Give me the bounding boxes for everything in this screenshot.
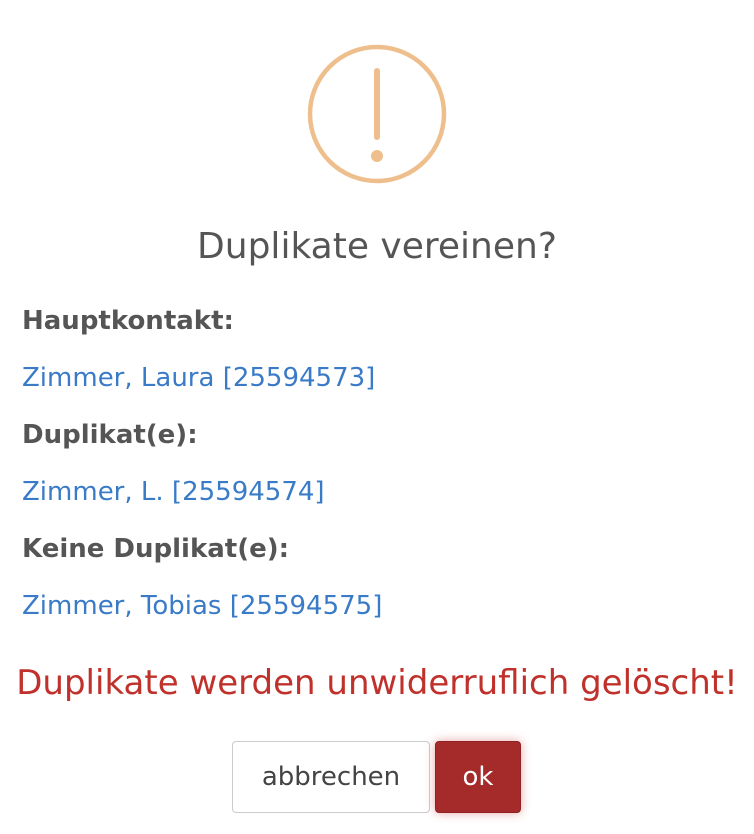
deletion-warning: Duplikate werden unwiderruflich gelöscht… [16,663,738,703]
cancel-button[interactable]: abbrechen [232,741,430,813]
merge-duplicates-dialog: Duplikate vereinen? Hauptkontakt: Zimmer… [0,0,754,834]
dialog-title: Duplikate vereinen? [197,226,557,267]
main-contact-link[interactable]: Zimmer, Laura [25594573] [22,360,375,396]
main-contact-label: Hauptkontakt: [22,306,234,336]
duplicates-label: Duplikat(e): [22,420,198,450]
non-duplicates-label: Keine Duplikat(e): [22,534,290,564]
ok-button[interactable]: ok [435,741,521,813]
duplicate-contact-link[interactable]: Zimmer, L. [25594574] [22,474,325,510]
non-duplicate-contact-link[interactable]: Zimmer, Tobias [25594575] [22,588,382,624]
exclamation-circle-icon [307,44,447,184]
